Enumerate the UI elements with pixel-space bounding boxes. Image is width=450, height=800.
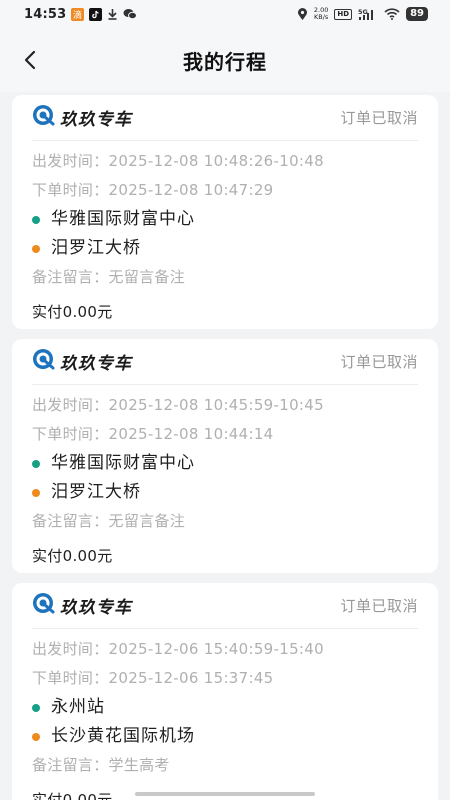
order-status: 订单已取消 [340,108,418,127]
status-time: 14:53 [24,6,67,22]
brand-name: 玖玖专车 [60,597,132,618]
brand-logo-icon [32,104,56,130]
back-button[interactable] [14,44,46,76]
depart-time-row: 出发时间：2025-12-06 15:40:59-15:40 [32,635,418,664]
divider [32,628,418,629]
order-time-row: 下单时间：2025-12-08 10:47:29 [32,176,418,205]
divider [32,384,418,385]
start-dot-icon [32,215,40,224]
order-time-value: 2025-12-06 15:37:45 [108,669,274,687]
start-location-text: 华雅国际财富中心 [51,209,195,229]
end-location: 汨罗江大桥 [32,234,418,263]
brand-name: 玖玖专车 [60,109,132,130]
home-indicator[interactable] [135,792,315,796]
battery-level: 89 [406,7,428,21]
depart-time-value: 2025-12-06 15:40:59-15:40 [108,640,324,658]
remark-row: 备注留言：学生高考 [32,751,418,780]
remark-value: 无留言备注 [108,512,186,530]
wifi-icon [384,8,400,20]
remark-value: 无留言备注 [108,268,186,286]
remark-label: 备注留言： [32,756,109,774]
brand: 玖玖专车 [32,348,132,374]
end-dot-icon [32,488,40,497]
order-time-label: 下单时间： [32,669,109,687]
order-time-label: 下单时间： [32,181,109,199]
end-location-text: 汨罗江大桥 [51,238,141,258]
brand-name: 玖玖专车 [60,353,132,374]
order-time-value: 2025-12-08 10:47:29 [108,181,274,199]
depart-time-label: 出发时间： [32,640,109,658]
start-location: 华雅国际财富中心 [32,205,418,234]
end-location-text: 汨罗江大桥 [51,482,141,502]
remark-value: 学生高考 [108,756,170,774]
signal-icon: 5G [358,8,378,21]
remark-row: 备注留言：无留言备注 [32,263,418,292]
nav-bar: 我的行程 [0,28,450,92]
brand-logo-icon [32,592,56,618]
svg-text:滴: 滴 [73,9,82,21]
end-dot-icon [32,244,40,253]
start-dot-icon [32,703,40,712]
status-bar: 14:53 滴 2.00 KB/s HD 5G 89 [0,0,450,28]
end-location: 长沙黄花国际机场 [32,722,418,751]
paid-amount: 实付0.00元 [32,547,113,565]
app-notification-icon: 滴 [71,7,85,21]
remark-label: 备注留言： [32,512,109,530]
depart-time-row: 出发时间：2025-12-08 10:45:59-10:45 [32,391,418,420]
depart-time-label: 出发时间： [32,152,109,170]
download-icon [107,8,118,20]
order-time-label: 下单时间： [32,425,109,443]
order-time-value: 2025-12-08 10:44:14 [108,425,274,443]
paid-amount: 实付0.00元 [32,303,113,321]
remark-label: 备注留言： [32,268,109,286]
start-location: 永州站 [32,693,418,722]
hd-badge: HD [334,8,353,20]
order-time-row: 下单时间：2025-12-06 15:37:45 [32,664,418,693]
end-location-text: 长沙黄花国际机场 [51,726,195,746]
location-icon [297,7,308,21]
depart-time-label: 出发时间： [32,396,109,414]
page-title: 我的行程 [183,49,267,74]
brand-logo-icon [32,348,56,374]
depart-time-value: 2025-12-08 10:48:26-10:48 [108,152,324,170]
end-location: 汨罗江大桥 [32,478,418,507]
svg-text:5G: 5G [358,8,368,16]
trip-card[interactable]: 玖玖专车 订单已取消 出发时间：2025-12-08 10:45:59-10:4… [12,339,438,573]
start-location: 华雅国际财富中心 [32,449,418,478]
end-dot-icon [32,732,40,741]
tiktok-icon [89,7,103,21]
brand: 玖玖专车 [32,104,132,130]
order-status: 订单已取消 [340,352,418,371]
divider [32,140,418,141]
start-location-text: 永州站 [51,697,105,717]
order-time-row: 下单时间：2025-12-08 10:44:14 [32,420,418,449]
trip-card[interactable]: 玖玖专车 订单已取消 出发时间：2025-12-06 15:40:59-15:4… [12,583,438,800]
start-location-text: 华雅国际财富中心 [51,453,195,473]
remark-row: 备注留言：无留言备注 [32,507,418,536]
start-dot-icon [32,459,40,468]
order-status: 订单已取消 [340,596,418,615]
wechat-icon [123,8,138,20]
trip-list: 玖玖专车 订单已取消 出发时间：2025-12-08 10:48:26-10:4… [0,92,450,800]
depart-time-row: 出发时间：2025-12-08 10:48:26-10:48 [32,147,418,176]
network-speed: 2.00 KB/s [313,6,329,21]
depart-time-value: 2025-12-08 10:45:59-10:45 [108,396,324,414]
trip-card[interactable]: 玖玖专车 订单已取消 出发时间：2025-12-08 10:48:26-10:4… [12,95,438,329]
chevron-left-icon [24,50,36,70]
brand: 玖玖专车 [32,592,132,618]
